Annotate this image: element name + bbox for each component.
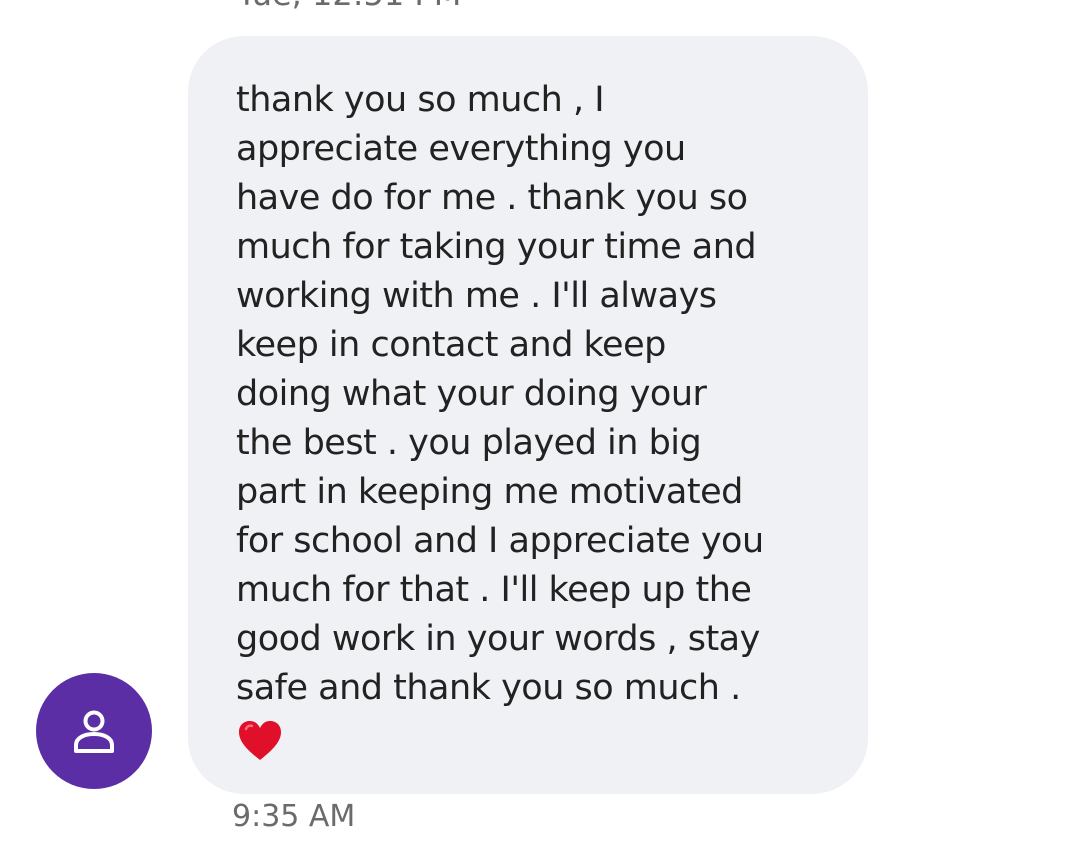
person-icon [74,710,114,753]
previous-timestamp: Tue, 12:51 PM [237,0,461,12]
red-heart-icon [239,721,281,760]
message-text: thank you so much , I appreciate everyth… [236,80,764,708]
sender-avatar[interactable] [36,673,152,789]
message-bubble[interactable]: thank you so much , I appreciate everyth… [188,36,868,794]
message-timestamp: 9:35 AM [232,799,356,834]
